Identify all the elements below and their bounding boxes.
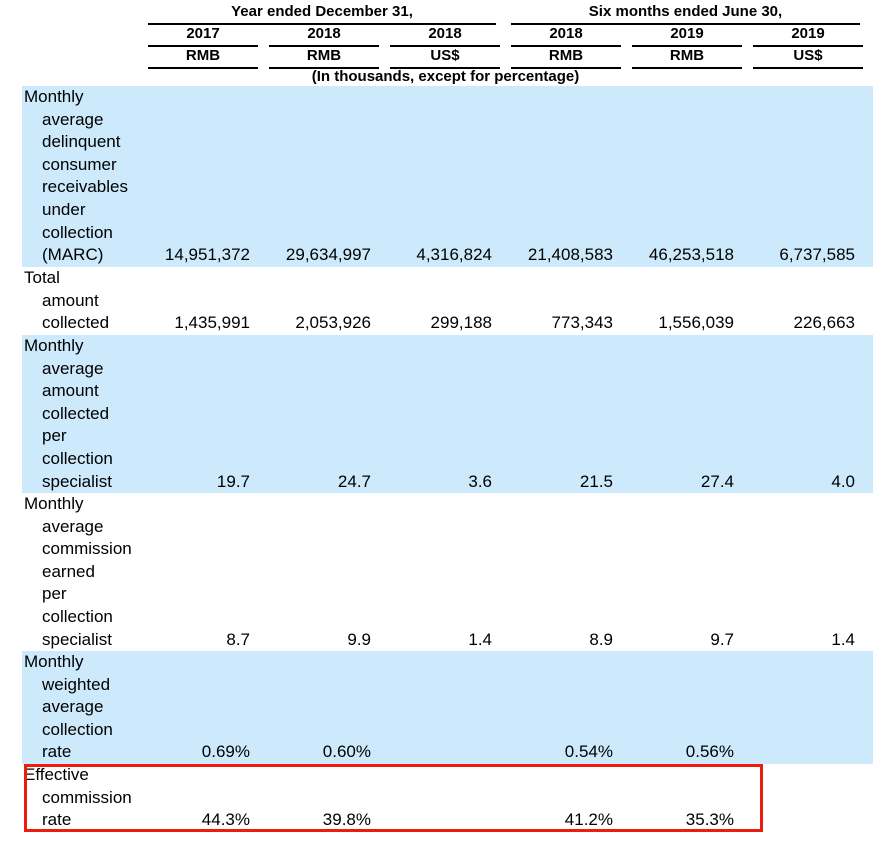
- row-values: 0.69% 0.60% 0.54% 0.56%: [146, 651, 874, 764]
- row-values: 1,435,991 2,053,926 299,188 773,343 1,556,03…: [146, 267, 874, 335]
- table-cell: 2,053,926: [295, 313, 371, 333]
- column-header-year-2: 2018: [428, 25, 462, 42]
- row-values: 14,951,372 29,634,997 4,316,824 21,408,583 4…: [146, 86, 874, 267]
- table-cell: 1,435,991: [174, 313, 250, 333]
- column-header-currency-5: US$: [793, 47, 823, 64]
- table-cell: 1.4: [831, 629, 855, 649]
- column-header-currency-3: RMB: [548, 47, 584, 64]
- table-row: Monthly average delinquent consumer rece…: [0, 86, 891, 267]
- table-cell: 46,253,518: [648, 245, 734, 265]
- row-content: Total amount collected 1,435,991 2,053,926…: [0, 267, 891, 335]
- table-cell: 4,316,824: [416, 245, 492, 265]
- table-cell: 24.7: [337, 471, 371, 491]
- row-content: Effective commission rate 44.3% 39.8% 41.2%…: [0, 764, 891, 832]
- column-header-year-5: 2019: [791, 25, 825, 42]
- table-cell: 27.4: [700, 471, 734, 491]
- row-label: Monthly weighted average collection rate: [24, 652, 113, 762]
- table-cell: 29,634,997: [285, 245, 371, 265]
- financial-metrics-table: Year ended December 31, Six months ended…: [0, 0, 891, 868]
- row-values: 19.7 24.7 3.6 21.5 27.4 4.0: [146, 335, 874, 493]
- table-cell: 0.54%: [564, 742, 613, 762]
- table-cell: 0.69%: [201, 742, 250, 762]
- table-cell: 8.9: [589, 629, 613, 649]
- table-row: Total amount collected 1,435,991 2,053,926…: [0, 267, 891, 335]
- group-header-six-months: Six months ended June 30,: [588, 3, 783, 20]
- table-header: Year ended December 31, Six months ended…: [0, 0, 891, 86]
- table-cell: 14,951,372: [164, 245, 250, 265]
- table-cell: 41.2%: [564, 810, 613, 830]
- table-cell: 0.60%: [322, 742, 371, 762]
- table-row: Monthly average commission earned per co…: [0, 493, 891, 651]
- row-label: Monthly average amount collected per col…: [24, 336, 113, 491]
- table-cell: 19.7: [216, 471, 250, 491]
- group-header-year-ended: Year ended December 31,: [231, 3, 413, 20]
- table-cell: 299,188: [430, 313, 492, 333]
- table-row: Effective commission rate 44.3% 39.8% 41.2%…: [0, 764, 891, 832]
- column-header-currency-0: RMB: [185, 47, 221, 64]
- column-header-currency-4: RMB: [669, 47, 705, 64]
- table-cell: 8.7: [226, 629, 250, 649]
- table-cell: 35.3%: [685, 810, 734, 830]
- column-header-currency-1: RMB: [306, 47, 342, 64]
- row-values: 44.3% 39.8% 41.2% 35.3%: [146, 764, 874, 832]
- column-header-year-4: 2019: [670, 25, 704, 42]
- table-row: Monthly weighted average collection rate…: [0, 651, 891, 764]
- table-cell: 773,343: [551, 313, 613, 333]
- row-content: Monthly average delinquent consumer rece…: [0, 86, 891, 267]
- row-label: Total amount collected: [24, 268, 110, 333]
- row-label: Monthly average delinquent consumer rece…: [24, 87, 128, 265]
- table-cell: 21,408,583: [527, 245, 613, 265]
- table-cell: 4.0: [831, 471, 855, 491]
- table-cell: 9.9: [347, 629, 371, 649]
- row-content: Monthly average amount collected per col…: [0, 335, 891, 493]
- row-values: 8.7 9.9 1.4 8.9 9.7 1.4: [146, 493, 874, 651]
- table-cell: 226,663: [793, 313, 855, 333]
- table-cell: 3.6: [468, 471, 492, 491]
- row-content: Monthly weighted average collection rate…: [0, 651, 891, 764]
- table-cell: 0.56%: [685, 742, 734, 762]
- table-cell: 6,737,585: [779, 245, 855, 265]
- table-cell: 44.3%: [201, 810, 250, 830]
- table-cell: 1,556,039: [658, 313, 734, 333]
- column-header-currency-2: US$: [430, 47, 460, 64]
- table-row: Monthly average amount collected per col…: [0, 335, 891, 493]
- row-label: Effective commission rate: [24, 765, 132, 830]
- table-cell: 1.4: [468, 629, 492, 649]
- column-header-year-1: 2018: [307, 25, 341, 42]
- row-content: Monthly average commission earned per co…: [0, 493, 891, 651]
- column-header-year-3: 2018: [549, 25, 583, 42]
- table-cell: 9.7: [710, 629, 734, 649]
- table-body: Monthly average delinquent consumer rece…: [0, 86, 891, 832]
- table-cell: 39.8%: [322, 810, 371, 830]
- column-header-year-0: 2017: [186, 25, 220, 42]
- table-cell: 21.5: [579, 471, 613, 491]
- row-label: Monthly average commission earned per co…: [24, 494, 132, 649]
- units-caption: (In thousands, except for percentage): [311, 68, 580, 85]
